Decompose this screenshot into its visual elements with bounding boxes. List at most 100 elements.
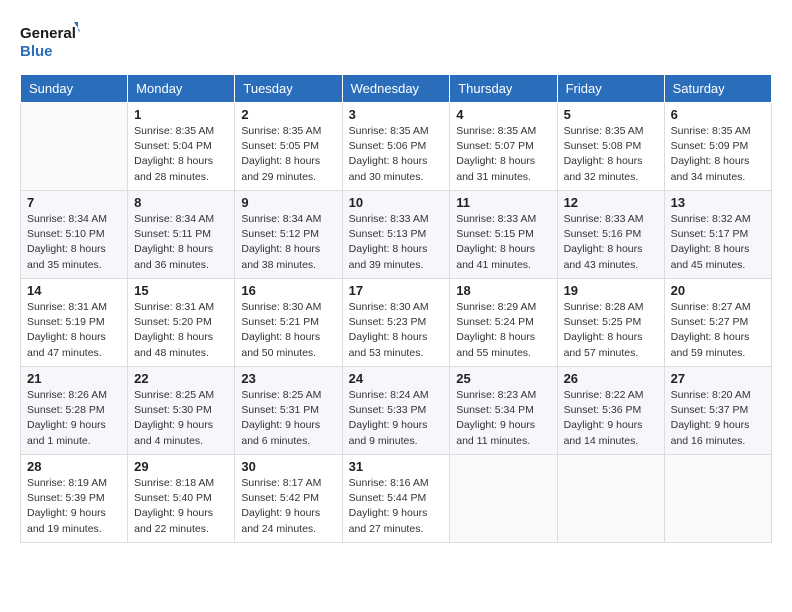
day-number: 19 — [564, 283, 658, 298]
calendar-day-cell: 3 Sunrise: 8:35 AMSunset: 5:06 PMDaylight… — [342, 103, 450, 191]
calendar-day-cell: 7Sunrise: 8:34 AMSunset: 5:10 PMDaylight… — [21, 191, 128, 279]
day-info: Sunrise: 8:35 AMSunset: 5:05 PMDaylight:… — [241, 124, 335, 185]
calendar-day-cell: 9Sunrise: 8:34 AMSunset: 5:12 PMDaylight… — [235, 191, 342, 279]
day-number: 21 — [27, 371, 121, 386]
day-number: 3 — [349, 107, 444, 122]
calendar-day-cell: 25Sunrise: 8:23 AMSunset: 5:34 PMDayligh… — [450, 367, 557, 455]
day-info: Sunrise: 8:18 AMSunset: 5:40 PMDaylight:… — [134, 476, 228, 537]
calendar-table: SundayMondayTuesdayWednesdayThursdayFrid… — [20, 74, 772, 543]
calendar-day-cell: 29 Sunrise: 8:18 AMSunset: 5:40 PMDayligh… — [128, 455, 235, 543]
day-info: Sunrise: 8:35 AMSunset: 5:06 PMDaylight:… — [349, 124, 444, 185]
calendar-day-cell: 13Sunrise: 8:32 AMSunset: 5:17 PMDayligh… — [664, 191, 771, 279]
day-number: 2 — [241, 107, 335, 122]
day-number: 31 — [349, 459, 444, 474]
day-number: 4 — [456, 107, 550, 122]
day-number: 23 — [241, 371, 335, 386]
day-header-saturday: Saturday — [664, 75, 771, 103]
day-number: 16 — [241, 283, 335, 298]
calendar-day-cell: 4 Sunrise: 8:35 AMSunset: 5:07 PMDaylight… — [450, 103, 557, 191]
day-info: Sunrise: 8:35 AMSunset: 5:08 PMDaylight:… — [564, 124, 658, 185]
calendar-day-cell: 12 Sunrise: 8:33 AMSunset: 5:16 PMDayligh… — [557, 191, 664, 279]
day-info: Sunrise: 8:32 AMSunset: 5:17 PMDaylight:… — [671, 212, 765, 273]
calendar-day-cell: 6 Sunrise: 8:35 AMSunset: 5:09 PMDaylight… — [664, 103, 771, 191]
calendar-day-cell: 24 Sunrise: 8:24 AMSunset: 5:33 PMDayligh… — [342, 367, 450, 455]
calendar-day-cell: 10Sunrise: 8:33 AMSunset: 5:13 PMDayligh… — [342, 191, 450, 279]
calendar-day-cell: 19 Sunrise: 8:28 AMSunset: 5:25 PMDayligh… — [557, 279, 664, 367]
day-info: Sunrise: 8:25 AMSunset: 5:31 PMDaylight:… — [241, 388, 335, 449]
header: General Blue — [20, 20, 772, 64]
day-info: Sunrise: 8:35 AMSunset: 5:09 PMDaylight:… — [671, 124, 765, 185]
day-info: Sunrise: 8:35 AMSunset: 5:07 PMDaylight:… — [456, 124, 550, 185]
calendar-day-cell: 2 Sunrise: 8:35 AMSunset: 5:05 PMDaylight… — [235, 103, 342, 191]
calendar-week-row: 28 Sunrise: 8:19 AMSunset: 5:39 PMDayligh… — [21, 455, 772, 543]
day-number: 28 — [27, 459, 121, 474]
calendar-empty-cell — [21, 103, 128, 191]
calendar-day-cell: 21 Sunrise: 8:26 AMSunset: 5:28 PMDayligh… — [21, 367, 128, 455]
svg-text:General: General — [20, 25, 76, 42]
calendar-empty-cell — [557, 455, 664, 543]
day-number: 15 — [134, 283, 228, 298]
day-number: 24 — [349, 371, 444, 386]
logo: General Blue — [20, 20, 80, 64]
calendar-day-cell: 1 Sunrise: 8:35 AMSunset: 5:04 PMDaylight… — [128, 103, 235, 191]
day-info: Sunrise: 8:34 AMSunset: 5:10 PMDaylight:… — [27, 212, 121, 273]
day-number: 26 — [564, 371, 658, 386]
day-number: 25 — [456, 371, 550, 386]
day-header-monday: Monday — [128, 75, 235, 103]
day-number: 6 — [671, 107, 765, 122]
page: General Blue SundayMondayTuesdayWednesda… — [0, 0, 792, 553]
calendar-day-cell: 23 Sunrise: 8:25 AMSunset: 5:31 PMDayligh… — [235, 367, 342, 455]
day-info: Sunrise: 8:26 AMSunset: 5:28 PMDaylight:… — [27, 388, 121, 449]
day-number: 10 — [349, 195, 444, 210]
calendar-day-cell: 26Sunrise: 8:22 AMSunset: 5:36 PMDayligh… — [557, 367, 664, 455]
day-header-wednesday: Wednesday — [342, 75, 450, 103]
day-number: 18 — [456, 283, 550, 298]
day-number: 5 — [564, 107, 658, 122]
day-info: Sunrise: 8:31 AMSunset: 5:20 PMDaylight:… — [134, 300, 228, 361]
day-info: Sunrise: 8:31 AMSunset: 5:19 PMDaylight:… — [27, 300, 121, 361]
logo-svg: General Blue — [20, 20, 80, 64]
calendar-day-cell: 18 Sunrise: 8:29 AMSunset: 5:24 PMDayligh… — [450, 279, 557, 367]
calendar-day-cell: 14 Sunrise: 8:31 AMSunset: 5:19 PMDayligh… — [21, 279, 128, 367]
day-info: Sunrise: 8:28 AMSunset: 5:25 PMDaylight:… — [564, 300, 658, 361]
day-info: Sunrise: 8:16 AMSunset: 5:44 PMDaylight:… — [349, 476, 444, 537]
calendar-day-cell: 27 Sunrise: 8:20 AMSunset: 5:37 PMDayligh… — [664, 367, 771, 455]
calendar-empty-cell — [450, 455, 557, 543]
calendar-day-cell: 20 Sunrise: 8:27 AMSunset: 5:27 PMDayligh… — [664, 279, 771, 367]
calendar-day-cell: 31 Sunrise: 8:16 AMSunset: 5:44 PMDayligh… — [342, 455, 450, 543]
day-info: Sunrise: 8:34 AMSunset: 5:11 PMDaylight:… — [134, 212, 228, 273]
day-info: Sunrise: 8:33 AMSunset: 5:16 PMDaylight:… — [564, 212, 658, 273]
day-number: 8 — [134, 195, 228, 210]
day-number: 12 — [564, 195, 658, 210]
day-info: Sunrise: 8:29 AMSunset: 5:24 PMDaylight:… — [456, 300, 550, 361]
day-number: 1 — [134, 107, 228, 122]
calendar-week-row: 14 Sunrise: 8:31 AMSunset: 5:19 PMDayligh… — [21, 279, 772, 367]
svg-text:Blue: Blue — [20, 43, 53, 60]
day-info: Sunrise: 8:33 AMSunset: 5:15 PMDaylight:… — [456, 212, 550, 273]
calendar-day-cell: 8 Sunrise: 8:34 AMSunset: 5:11 PMDaylight… — [128, 191, 235, 279]
day-info: Sunrise: 8:24 AMSunset: 5:33 PMDaylight:… — [349, 388, 444, 449]
day-info: Sunrise: 8:20 AMSunset: 5:37 PMDaylight:… — [671, 388, 765, 449]
day-info: Sunrise: 8:19 AMSunset: 5:39 PMDaylight:… — [27, 476, 121, 537]
day-number: 27 — [671, 371, 765, 386]
day-number: 29 — [134, 459, 228, 474]
calendar-day-cell: 30 Sunrise: 8:17 AMSunset: 5:42 PMDayligh… — [235, 455, 342, 543]
day-number: 9 — [241, 195, 335, 210]
calendar-week-row: 1 Sunrise: 8:35 AMSunset: 5:04 PMDaylight… — [21, 103, 772, 191]
calendar-day-cell: 11 Sunrise: 8:33 AMSunset: 5:15 PMDayligh… — [450, 191, 557, 279]
calendar-week-row: 21 Sunrise: 8:26 AMSunset: 5:28 PMDayligh… — [21, 367, 772, 455]
calendar-day-cell: 17Sunrise: 8:30 AMSunset: 5:23 PMDayligh… — [342, 279, 450, 367]
day-number: 11 — [456, 195, 550, 210]
day-info: Sunrise: 8:30 AMSunset: 5:23 PMDaylight:… — [349, 300, 444, 361]
calendar-day-cell: 28 Sunrise: 8:19 AMSunset: 5:39 PMDayligh… — [21, 455, 128, 543]
day-info: Sunrise: 8:35 AMSunset: 5:04 PMDaylight:… — [134, 124, 228, 185]
calendar-week-row: 7Sunrise: 8:34 AMSunset: 5:10 PMDaylight… — [21, 191, 772, 279]
day-number: 20 — [671, 283, 765, 298]
calendar-day-cell: 15 Sunrise: 8:31 AMSunset: 5:20 PMDayligh… — [128, 279, 235, 367]
day-info: Sunrise: 8:17 AMSunset: 5:42 PMDaylight:… — [241, 476, 335, 537]
day-number: 30 — [241, 459, 335, 474]
day-info: Sunrise: 8:27 AMSunset: 5:27 PMDaylight:… — [671, 300, 765, 361]
day-header-tuesday: Tuesday — [235, 75, 342, 103]
day-info: Sunrise: 8:30 AMSunset: 5:21 PMDaylight:… — [241, 300, 335, 361]
day-number: 14 — [27, 283, 121, 298]
